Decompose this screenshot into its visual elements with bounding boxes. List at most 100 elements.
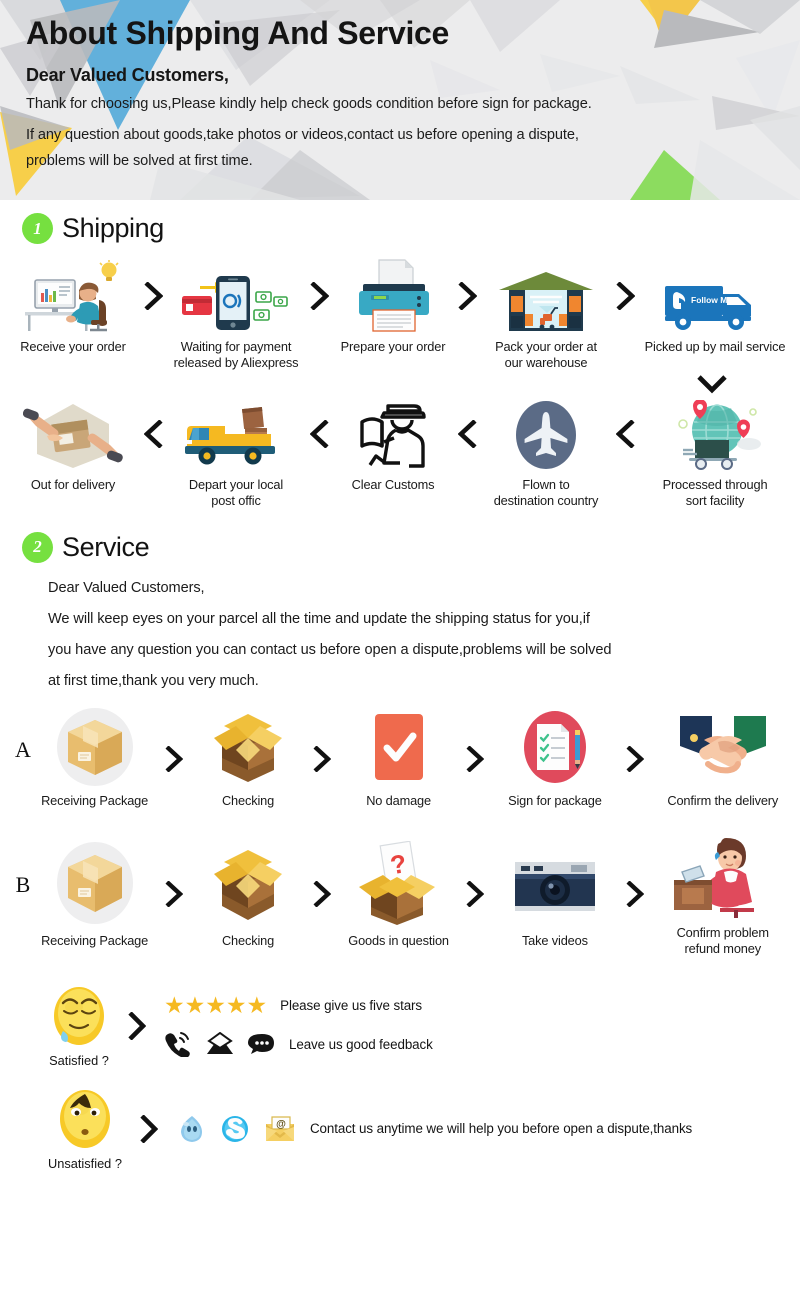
service-step-label: Confirm problem refund money <box>676 924 769 956</box>
chevron-left-icon <box>610 398 640 470</box>
service-step-no-damage: No damage <box>343 708 454 809</box>
shipping-step-label: Processed through sort facility <box>662 476 768 509</box>
checkmark-card-icon <box>364 708 434 786</box>
chat-bubble-icon[interactable] <box>248 1032 276 1056</box>
service-step-checking-a: Checking <box>195 708 301 809</box>
star-rating[interactable]: ★★★★★ <box>164 994 267 1017</box>
airplane-icon <box>503 398 589 470</box>
delivery-truck-follow-me-icon: Follow Me <box>663 260 767 332</box>
row-letter-B: B <box>15 872 31 898</box>
shipping-step-label: Out for delivery <box>30 476 116 492</box>
header-paragraph-line-2: If any question about goods,take photos … <box>26 127 579 144</box>
header-paragraph-line-1: Thank for choosing us,Please kindly help… <box>26 96 592 113</box>
shipping-step-prepare-order: Prepare your order <box>334 259 452 355</box>
chevron-right-icon <box>122 1114 176 1143</box>
service-paragraph-line-1: We will keep eyes on your parcel all the… <box>48 610 590 627</box>
chevron-right-icon <box>452 260 482 332</box>
phone-ringing-icon[interactable] <box>164 1031 192 1058</box>
chevron-right-icon <box>110 1011 164 1040</box>
unsatisfied-contact-text: Contact us anytime we will help you befo… <box>309 1121 693 1137</box>
cardboard-box-icon <box>42 840 148 926</box>
camera-icon <box>509 840 601 926</box>
shipping-flow-row-1: Receive your order Waiting for payment r… <box>0 259 800 372</box>
service-step-label: Goods in question <box>348 932 449 948</box>
shipping-step-clear-customs: Clear Customs <box>334 398 452 493</box>
yellow-delivery-van-icon <box>183 398 289 470</box>
service-step-label: Confirm the delivery <box>667 793 779 809</box>
svg-text:Follow Me: Follow Me <box>691 295 732 305</box>
header-salutation: Dear Valued Customers, <box>26 65 229 86</box>
envelope-icon[interactable] <box>205 1032 235 1056</box>
service-step-confirm-refund: Confirm problem refund money <box>656 832 790 958</box>
service-step-checking-b: Checking <box>195 840 301 949</box>
service-step-receiving-package-b: Receiving Package <box>36 840 153 949</box>
chevron-right-icon <box>454 720 496 798</box>
mobile-payment-icon <box>180 260 292 332</box>
five-star-text: Please give us five stars <box>280 998 422 1014</box>
service-flow-row-B: B Receiving Package Checking ? Goods in … <box>0 832 800 958</box>
skype-icon[interactable] <box>220 1114 250 1144</box>
page-header: About Shipping And Service Dear Valued C… <box>0 0 800 200</box>
shipping-step-label: Picked up by mail service <box>644 339 786 354</box>
service-paragraph-line-3: at first time,thank you very much. <box>48 673 259 690</box>
shipping-step-receive-order: Receive your order <box>8 260 138 355</box>
section-number-badge-1: 1 <box>22 213 53 244</box>
shipping-step-label: Waiting for payment released by Aliexpres… <box>173 339 299 371</box>
email-at-icon[interactable]: @ <box>264 1115 296 1143</box>
chevron-left-icon <box>138 398 168 470</box>
relieved-face-icon <box>54 987 104 1046</box>
header-paragraph-line-3: problems will be solved at first time. <box>26 153 253 170</box>
section-number-badge-2: 2 <box>22 531 53 563</box>
person-at-desk-icon <box>21 260 125 332</box>
cardboard-box-icon <box>42 708 148 787</box>
chevron-right-icon <box>614 851 656 937</box>
good-feedback-request: Leave us good feedback <box>164 1031 433 1058</box>
unsatisfied-contact-row: @ Contact us anytime we will help you be… <box>176 1114 692 1144</box>
shipping-step-label: Pack your order at our warehouse <box>495 339 597 371</box>
service-step-take-videos: Take videos <box>496 840 613 949</box>
shipping-step-label: Flown to destination country <box>493 476 599 509</box>
chevron-down-icon <box>697 375 727 394</box>
shipping-step-label: Depart your local post offic <box>188 476 284 509</box>
chevron-right-icon <box>301 720 343 798</box>
chevron-right-icon <box>301 851 343 937</box>
chevron-left-icon <box>452 398 482 470</box>
chevron-left-icon <box>304 398 334 470</box>
svg-text:@: @ <box>276 1119 286 1130</box>
trademanager-icon[interactable] <box>176 1114 206 1144</box>
handshake-icon <box>664 708 782 786</box>
shipping-step-sort-facility: Processed through sort facility <box>640 398 790 510</box>
global-sort-facility-icon <box>663 398 767 470</box>
unsatisfied-label: Unsatisfied ? <box>48 1156 122 1172</box>
chevron-right-icon <box>454 851 496 937</box>
service-flow-row-A: A Receiving Package Checking No damage S… <box>0 708 800 809</box>
shipping-step-depart-local-post: Depart your local post offic <box>168 398 304 510</box>
service-step-goods-in-question: ? Goods in question <box>343 840 454 949</box>
shipping-flow-row-2: Out for delivery Depart your local post … <box>0 398 800 510</box>
chevron-right-icon <box>304 260 334 332</box>
chevron-right-icon <box>153 851 195 937</box>
good-feedback-text: Leave us good feedback <box>289 1036 433 1052</box>
shipping-step-label: Receive your order <box>20 339 126 354</box>
service-step-label: No damage <box>366 793 431 809</box>
five-star-request: ★★★★★ Please give us five stars <box>164 994 433 1017</box>
satisfied-feedback-column: ★★★★★ Please give us five stars Leave us… <box>164 994 433 1058</box>
shipping-step-picked-up-mail: Follow Me Picked up by mail service <box>640 260 790 355</box>
shipping-section-header: 1 Shipping <box>0 200 800 244</box>
service-step-label: Receiving Package <box>41 793 149 809</box>
chevron-right-icon <box>614 720 656 798</box>
printer-icon <box>351 259 435 332</box>
service-step-label: Receiving Package <box>41 932 149 948</box>
service-step-sign-for-package: Sign for package <box>496 708 613 809</box>
shipping-step-label: Prepare your order <box>340 339 446 354</box>
feedback-row-unsatisfied: Unsatisfied ? @ Contact us anytime we wi… <box>0 1086 800 1171</box>
package-handover-icon <box>23 398 123 470</box>
chevron-right-icon <box>153 720 195 798</box>
shipping-step-label: Clear Customs <box>351 476 435 492</box>
open-box-icon <box>202 840 294 926</box>
satisfied-label: Satisfied ? <box>49 1053 109 1069</box>
service-step-label: Sign for package <box>508 793 602 809</box>
service-step-label: Checking <box>221 793 275 809</box>
service-step-label: Checking <box>221 932 275 948</box>
service-step-confirm-delivery: Confirm the delivery <box>656 708 790 809</box>
